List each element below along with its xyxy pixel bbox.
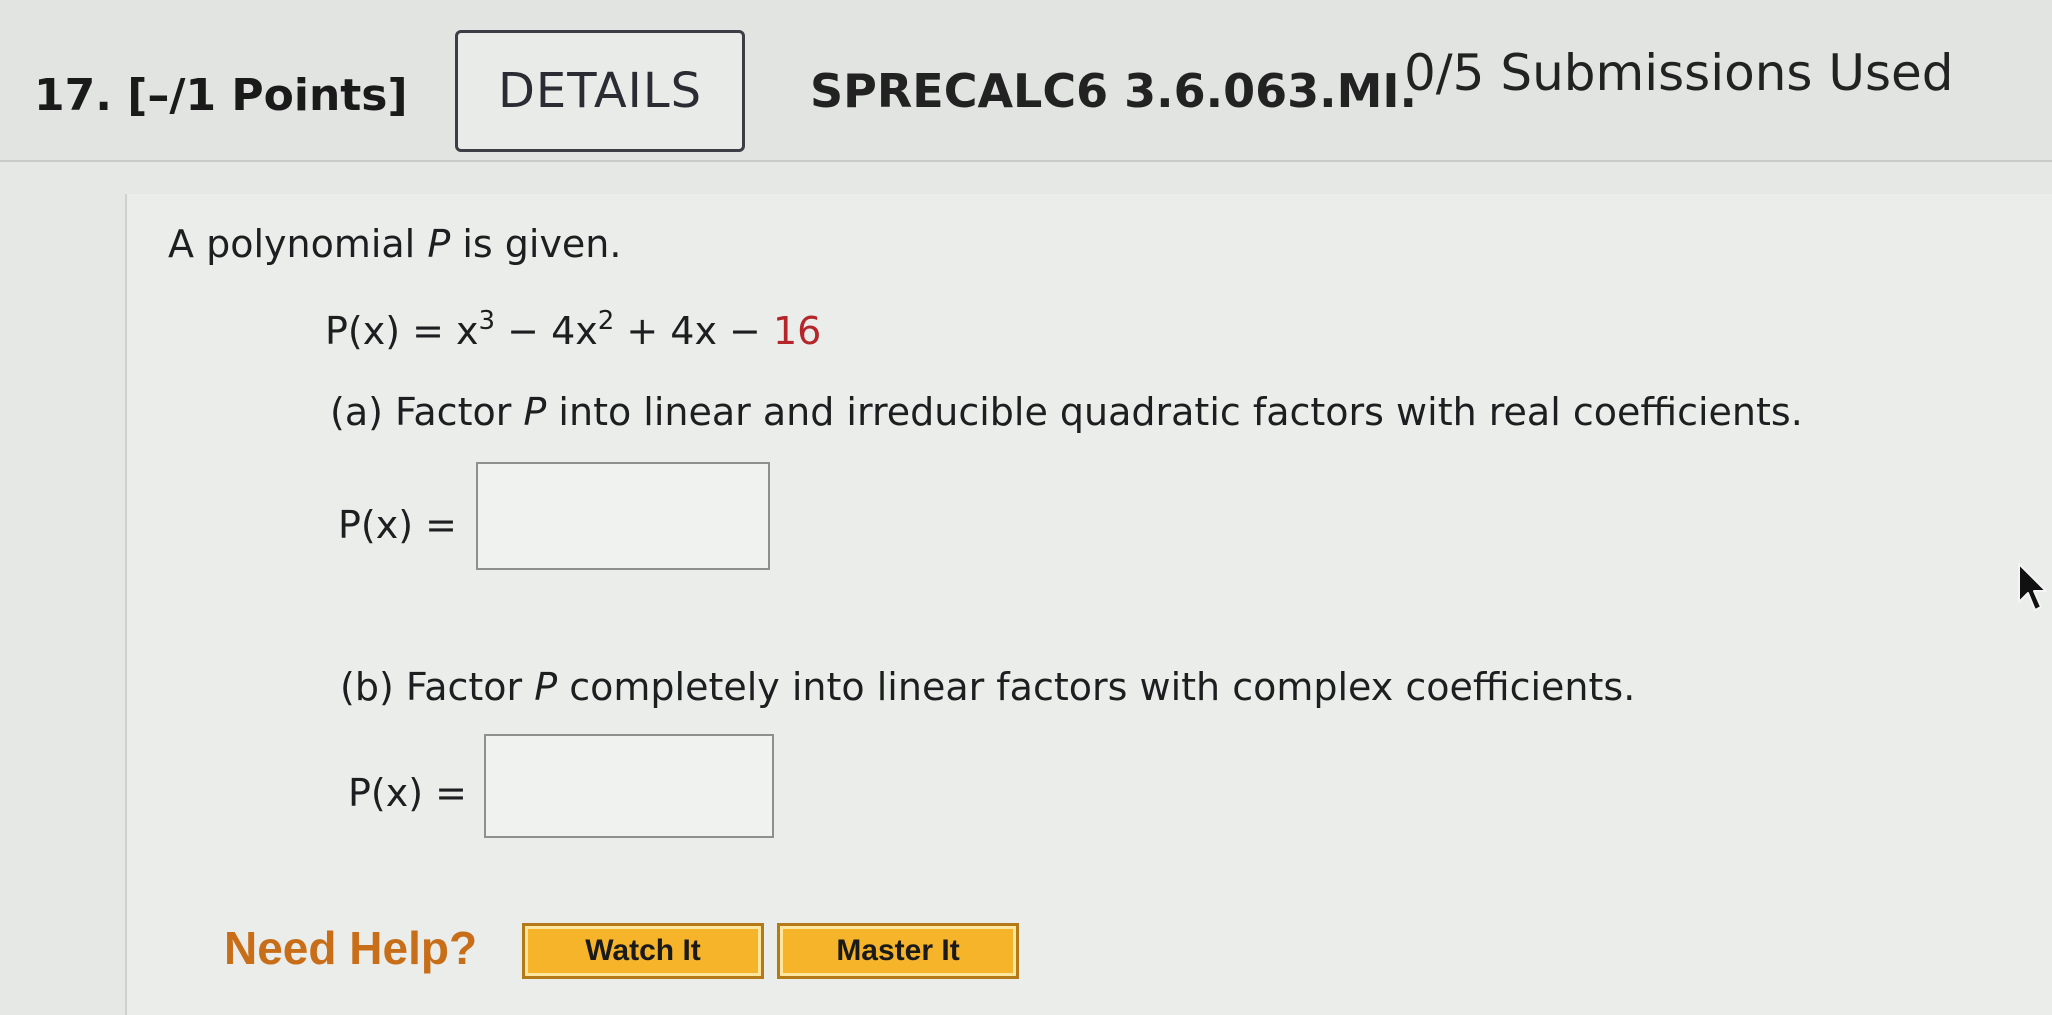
question-header: 17. [–/1 Points] DETAILS SPRECALC6 3.6.0… [0,0,2052,162]
poly-constant: 16 [772,309,822,353]
part-b-text: (b) Factor [340,665,535,709]
details-button[interactable]: DETAILS [455,30,745,152]
intro-text-end: is given. [450,222,622,266]
part-b-text-end: completely into linear factors with comp… [557,665,1636,709]
intro-text: A polynomial [168,222,428,266]
question-title: 17. [–/1 Points] [34,70,408,121]
part-b-answer-input[interactable] [484,734,774,838]
submissions-count: 0/5 Submissions Used [1404,44,1954,102]
problem-code: SPRECALC6 3.6.063.MI. [810,64,1417,118]
master-it-button[interactable]: Master It [777,923,1019,979]
poly-exponent-3: 3 [478,306,496,336]
polynomial-equation: P(x) = x3 − 4x2 + 4x − 16 [325,306,822,353]
need-help-label: Need Help? [224,922,478,974]
poly-exponent-2: 2 [597,306,615,336]
question-number: 17. [34,70,112,121]
part-a-text: (a) Factor [330,390,524,434]
part-b-instruction: (b) Factor P completely into linear fact… [340,665,1635,709]
part-a-instruction: (a) Factor P into linear and irreducible… [330,390,1803,434]
poly-lhs: P(x) = x [325,309,479,353]
mouse-pointer-icon [2018,563,2047,611]
problem-intro: A polynomial P is given. [168,222,621,266]
part-b-label: P(x) = [348,771,467,815]
part-a-answer-input[interactable] [476,462,770,570]
watch-it-button[interactable]: Watch It [522,923,764,979]
part-a-variable: P [523,390,547,434]
poly-term-3: + 4x − [614,309,773,353]
poly-term-2: − 4x [495,309,598,353]
intro-variable: P [427,222,451,266]
question-points: [–/1 Points] [127,70,408,121]
part-a-text-end: into linear and irreducible quadratic fa… [546,390,1803,434]
part-a-label: P(x) = [338,503,457,547]
part-b-variable: P [534,665,558,709]
